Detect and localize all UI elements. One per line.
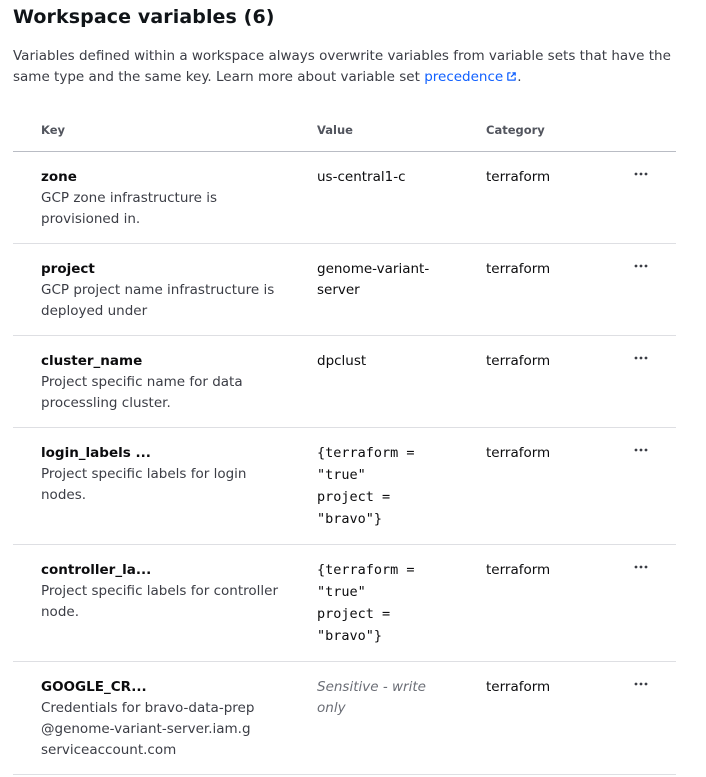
variable-value: us-central1-c (317, 169, 406, 185)
table-row: project GCP project name infrastructure … (13, 244, 676, 336)
key-cell: project GCP project name infrastructure … (41, 259, 291, 322)
variable-category: terraform (486, 562, 551, 578)
row-actions-button[interactable] (628, 558, 654, 576)
variable-category: terraform (486, 169, 551, 185)
variable-key: project (41, 261, 95, 277)
column-header-key: Key (41, 123, 66, 137)
variable-key: login_labels ... (41, 445, 151, 461)
variable-description: GCP project name infrastructure is deplo… (41, 282, 275, 319)
variable-value: Sensitive - write only (317, 679, 426, 716)
column-header-category: Category (486, 123, 545, 137)
table-row: GOOGLE_CR... Credentials for bravo-data-… (13, 662, 676, 775)
variable-description: GCP zone infrastructure is provisioned i… (41, 190, 218, 227)
variable-description: Project specific name for data processli… (41, 374, 243, 411)
variable-category: terraform (486, 353, 551, 369)
more-horizontal-icon (634, 565, 648, 569)
more-horizontal-icon (634, 448, 648, 452)
key-cell: login_labels ... Project specific labels… (41, 443, 291, 506)
variables-table: Key Value Category zone GCP zone infrast… (13, 110, 676, 775)
more-horizontal-icon (634, 172, 648, 176)
variable-category: terraform (486, 261, 551, 277)
key-cell: GOOGLE_CR... Credentials for bravo-data-… (41, 677, 291, 761)
table-row: login_labels ... Project specific labels… (13, 428, 676, 545)
variable-description: Project specific labels for controller n… (41, 583, 279, 620)
key-cell: controller_la... Project specific labels… (41, 560, 291, 623)
key-cell: cluster_name Project specific name for d… (41, 351, 291, 414)
row-actions-button[interactable] (628, 257, 654, 275)
variable-key: cluster_name (41, 353, 143, 369)
column-header-value: Value (317, 123, 353, 137)
variable-value: genome-variant-server (317, 261, 430, 298)
table-row: zone GCP zone infrastructure is provisio… (13, 152, 676, 244)
key-cell: zone GCP zone infrastructure is provisio… (41, 167, 291, 230)
variable-key: controller_la... (41, 562, 152, 578)
precedence-link[interactable]: precedence (424, 69, 517, 85)
table-row: cluster_name Project specific name for d… (13, 336, 676, 428)
row-actions-button[interactable] (628, 165, 654, 183)
external-link-icon (506, 68, 517, 89)
more-horizontal-icon (634, 682, 648, 686)
table-row: controller_la... Project specific labels… (13, 545, 676, 662)
variable-key: GOOGLE_CR... (41, 679, 147, 695)
row-actions-button[interactable] (628, 441, 654, 459)
precedence-link-label: precedence (424, 69, 504, 85)
variable-value: dpclust (317, 353, 367, 369)
variable-category: terraform (486, 445, 551, 461)
variable-description: Credentials for bravo-data-prep@genome-v… (41, 700, 255, 758)
table-header: Key Value Category (13, 110, 676, 152)
variable-value: {terraform = "true" project = "bravo"} (317, 562, 415, 644)
variable-category: terraform (486, 679, 551, 695)
variable-value: {terraform = "true" project = "bravo"} (317, 445, 415, 527)
page-title: Workspace variables (6) (13, 6, 275, 28)
row-actions-button[interactable] (628, 675, 654, 693)
intro-text: Variables defined within a workspace alw… (13, 46, 683, 89)
variable-key: zone (41, 169, 77, 185)
intro-suffix: . (517, 69, 522, 85)
more-horizontal-icon (634, 264, 648, 268)
row-actions-button[interactable] (628, 349, 654, 367)
variable-description: Project specific labels for login nodes. (41, 466, 247, 503)
intro-body: Variables defined within a workspace alw… (13, 48, 671, 85)
more-horizontal-icon (634, 356, 648, 360)
